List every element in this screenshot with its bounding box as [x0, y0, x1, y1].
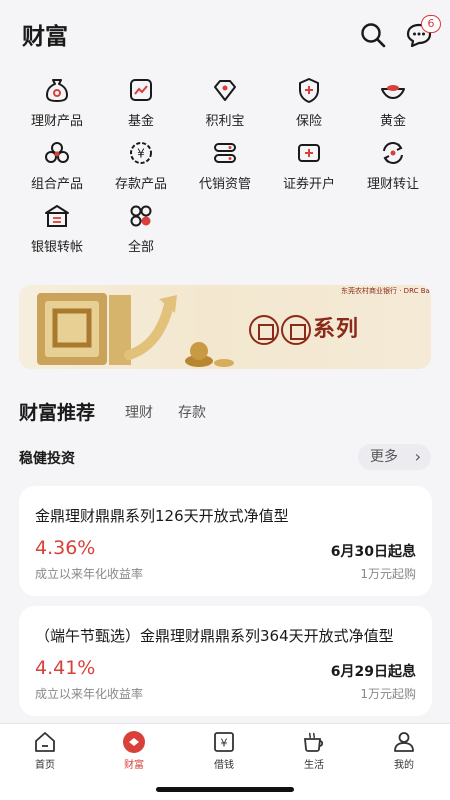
home-icon: [35, 732, 55, 752]
promo-banner[interactable]: 东莞农村商业银行 · DRC Bank 系列: [19, 285, 431, 369]
grid-item-deposit[interactable]: ¥ 存款产品: [98, 139, 184, 195]
grid-item-agency[interactable]: 代销资管: [182, 139, 268, 195]
message-badge: 6: [421, 15, 441, 33]
ding-seal-icon: [281, 315, 311, 345]
bank-transfer-icon: [45, 205, 69, 227]
user-icon: [394, 732, 414, 752]
grid-item-label: 组合产品: [30, 177, 83, 192]
home-indicator: [156, 787, 294, 792]
yuan-coin-icon: ¥: [130, 142, 152, 164]
product-rate-label: 成立以来年化收益率: [35, 687, 144, 701]
grid-item-jilibao[interactable]: 积利宝: [182, 76, 268, 132]
ding-vessel-illustration: [37, 293, 234, 367]
cup-icon: [304, 732, 324, 752]
loan-icon: ¥: [214, 732, 234, 752]
section-title: 稳健投资: [19, 451, 75, 467]
money-bag-icon: [46, 79, 68, 102]
grid-item-label: 理财转让: [366, 177, 419, 192]
grid-item-label: 银银转帐: [30, 240, 83, 255]
product-rate: 4.36%: [35, 537, 96, 559]
nav-life[interactable]: 生活: [279, 730, 349, 771]
grid-item-insurance[interactable]: 保险: [266, 76, 352, 132]
product-card[interactable]: （端午节甄选）金鼎理财鼎鼎系列364天开放式净值型 4.41% 成立以来年化收益…: [19, 606, 432, 716]
product-card[interactable]: 金鼎理财鼎鼎系列126天开放式净值型 4.36% 成立以来年化收益率 6月30日…: [19, 486, 432, 596]
product-start-date: 6月29日起息: [330, 664, 416, 680]
product-start-date: 6月30日起息: [330, 544, 416, 560]
grid-item-bank-transfer[interactable]: 银银转帐: [14, 202, 100, 258]
transfer-icon: [383, 142, 403, 164]
banner-bank-name: 东莞农村商业银行 · DRC Bank: [341, 287, 431, 295]
product-name: （端午节甄选）金鼎理财鼎鼎系列364天开放式净值型: [35, 627, 394, 645]
more-button[interactable]: 更多 ›: [358, 444, 431, 470]
stack-icon: [214, 143, 236, 163]
product-rate-label: 成立以来年化收益率: [35, 567, 144, 581]
nav-home[interactable]: 首页: [10, 730, 80, 771]
grid-item-wealth-products[interactable]: 理财产品: [14, 76, 100, 132]
grid-item-label: 代销资管: [198, 177, 251, 192]
product-rate: 4.41%: [35, 657, 96, 679]
page-title: 财富: [22, 24, 68, 50]
tab-wealth-management[interactable]: 理财: [125, 402, 153, 422]
grid-item-combo[interactable]: 组合产品: [14, 139, 100, 195]
grid-item-label: 理财产品: [30, 114, 83, 129]
nav-label: 首页: [35, 760, 55, 771]
grid-item-wealth-transfer[interactable]: 理财转让: [350, 139, 436, 195]
product-min-amount: 1万元起购: [360, 687, 416, 701]
svg-text:¥: ¥: [221, 737, 228, 750]
grid-item-fund[interactable]: 基金: [98, 76, 184, 132]
svg-text:¥: ¥: [137, 147, 145, 161]
search-icon[interactable]: [358, 20, 388, 50]
gold-ingot-icon: [381, 85, 405, 99]
grid-item-securities[interactable]: 证券开户: [266, 139, 352, 195]
ding-seal-icon: [249, 315, 279, 345]
diamond-icon: [214, 80, 236, 101]
banner-title: 系列: [249, 311, 359, 345]
nav-label: 生活: [304, 760, 324, 771]
nav-loan[interactable]: ¥ 借钱: [189, 730, 259, 771]
grid-item-all[interactable]: 全部: [98, 202, 184, 258]
shield-icon: [299, 78, 319, 103]
fund-chart-icon: [130, 79, 152, 101]
grid-item-label: 证券开户: [282, 177, 335, 192]
tab-deposit[interactable]: 存款: [178, 402, 206, 422]
more-label: 更多: [370, 449, 398, 465]
all-grid-icon: [130, 205, 152, 227]
nav-wealth[interactable]: 财富: [99, 730, 169, 771]
nav-label: 财富: [124, 760, 144, 771]
plus-card-icon: [298, 144, 320, 162]
nav-mine[interactable]: 我的: [369, 730, 439, 771]
product-name: 金鼎理财鼎鼎系列126天开放式净值型: [35, 507, 289, 525]
grid-item-label: 存款产品: [114, 177, 167, 192]
grid-item-label: 保险: [295, 114, 322, 129]
nav-label: 借钱: [214, 760, 234, 771]
grid-item-gold[interactable]: 黄金: [350, 76, 436, 132]
tab-wealth-recommend[interactable]: 财富推荐: [19, 398, 95, 425]
header: 财富 6: [0, 0, 450, 64]
grid-item-label: 黄金: [379, 114, 406, 129]
grid-item-label: 积利宝: [205, 114, 245, 129]
grid-item-label: 基金: [127, 114, 154, 129]
nav-label: 我的: [394, 760, 414, 771]
cluster-icon: [45, 142, 69, 163]
wealth-icon: [123, 731, 145, 753]
product-min-amount: 1万元起购: [360, 567, 416, 581]
grid-item-label: 全部: [127, 240, 154, 255]
chevron-right-icon: ›: [414, 447, 421, 466]
banner-text: 系列: [313, 317, 360, 342]
recommend-tabs: 财富推荐 理财 存款: [19, 398, 439, 426]
